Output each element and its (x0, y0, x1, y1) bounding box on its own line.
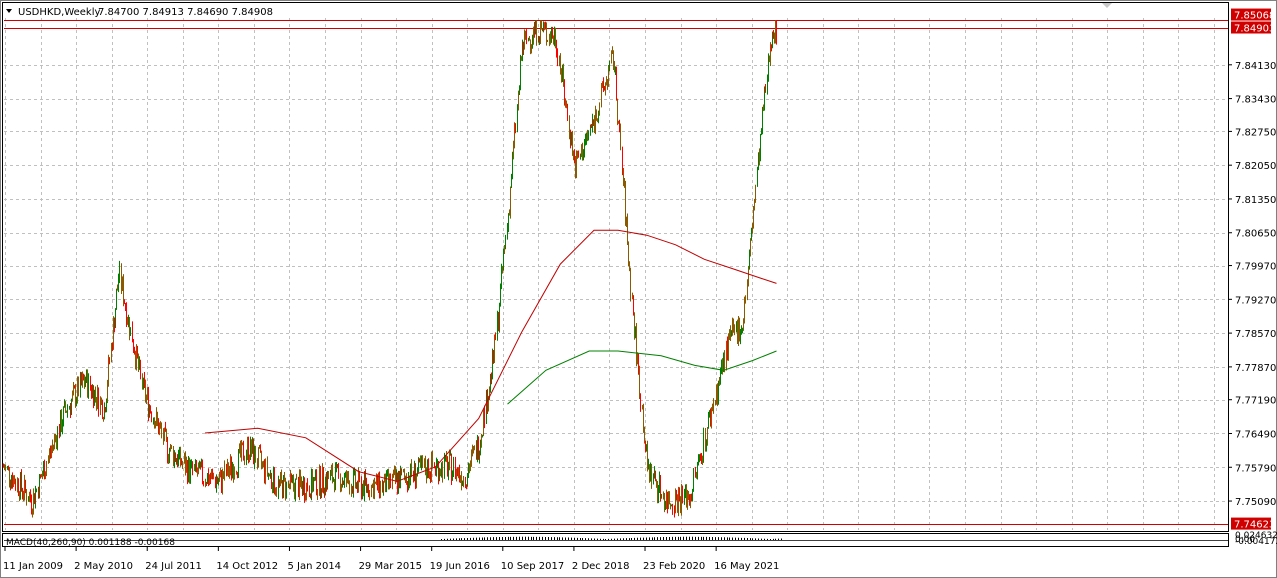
time-tick-label: 29 Mar 2015 (359, 561, 422, 572)
price-tick-label: 7.77190 (1235, 396, 1276, 407)
price-tick-label: 7.77870 (1235, 363, 1276, 374)
time-tick-label: 16 May 2021 (714, 561, 779, 572)
price-tick-label: 7.79970 (1235, 262, 1276, 273)
macd-subwindow[interactable] (2, 533, 1229, 547)
price-candles (3, 20, 777, 518)
price-tick-label: 7.84130 (1235, 61, 1276, 72)
time-tick-label: 19 Jun 2016 (430, 561, 490, 572)
macd-histogram (4, 536, 1228, 541)
price-tick-label: 7.78570 (1235, 329, 1276, 340)
price-tick-label: 7.75790 (1235, 463, 1276, 474)
ma-red-line (204, 229, 777, 482)
macd-label: MACD(40,260,90) 0.001188 -0.00168 (6, 538, 175, 548)
dropdown-triangle-icon[interactable] (6, 9, 12, 13)
chart-shift-icon[interactable] (1102, 3, 1112, 8)
time-tick-label: 5 Jan 2014 (287, 561, 341, 572)
ma-green-line (507, 350, 777, 405)
chart-title: USDHKD,Weekly (18, 7, 100, 18)
time-tick-label: 2 Dec 2018 (572, 561, 630, 572)
time-tick-label: 2 May 2010 (74, 561, 133, 572)
price-tick-label: 7.75090 (1235, 497, 1276, 508)
bottom-level-tag: 7.74623 (1234, 520, 1275, 531)
moving-averages (204, 229, 777, 482)
time-tick-label: 10 Sep 2017 (501, 561, 564, 572)
price-tick-label: 7.81350 (1235, 195, 1276, 206)
price-tick-label: 7.76490 (1235, 429, 1276, 440)
price-axis: 7.84130 7.83430 7.82750 7.82050 7.81350 7.806… (1228, 61, 1276, 508)
macd-axis: 0.0246320.00-0.004172 (1235, 531, 1277, 547)
price-tick-label: 7.82750 (1235, 127, 1276, 138)
window-border (0, 0, 1277, 578)
ohlc-readout: 7.84700 7.84913 7.84690 7.84908 (98, 7, 273, 18)
price-tick-label: 7.80650 (1235, 229, 1276, 240)
time-tick-label: 24 Jul 2011 (145, 561, 202, 572)
macd-tick-label: -0.004172 (1235, 537, 1277, 547)
chart-window[interactable]: USDHKD,Weekly 7.84700 7.84913 7.84690 7.… (0, 0, 1277, 578)
price-tick-label: 7.83430 (1235, 95, 1276, 106)
top-level-tag: 7.85068 (1234, 11, 1275, 22)
time-tick-label: 11 Jan 2009 (3, 561, 63, 572)
time-axis: 11 Jan 2009 2 May 2010 24 Jul 2011 14 Oct 2… (3, 547, 779, 572)
price-tick-label: 7.82050 (1235, 161, 1276, 172)
time-tick-label: 23 Feb 2020 (643, 561, 705, 572)
price-tick-label: 7.79270 (1235, 295, 1276, 306)
time-tick-label: 14 Oct 2012 (216, 561, 278, 572)
last-price-tag: 7.84903 (1234, 24, 1275, 35)
